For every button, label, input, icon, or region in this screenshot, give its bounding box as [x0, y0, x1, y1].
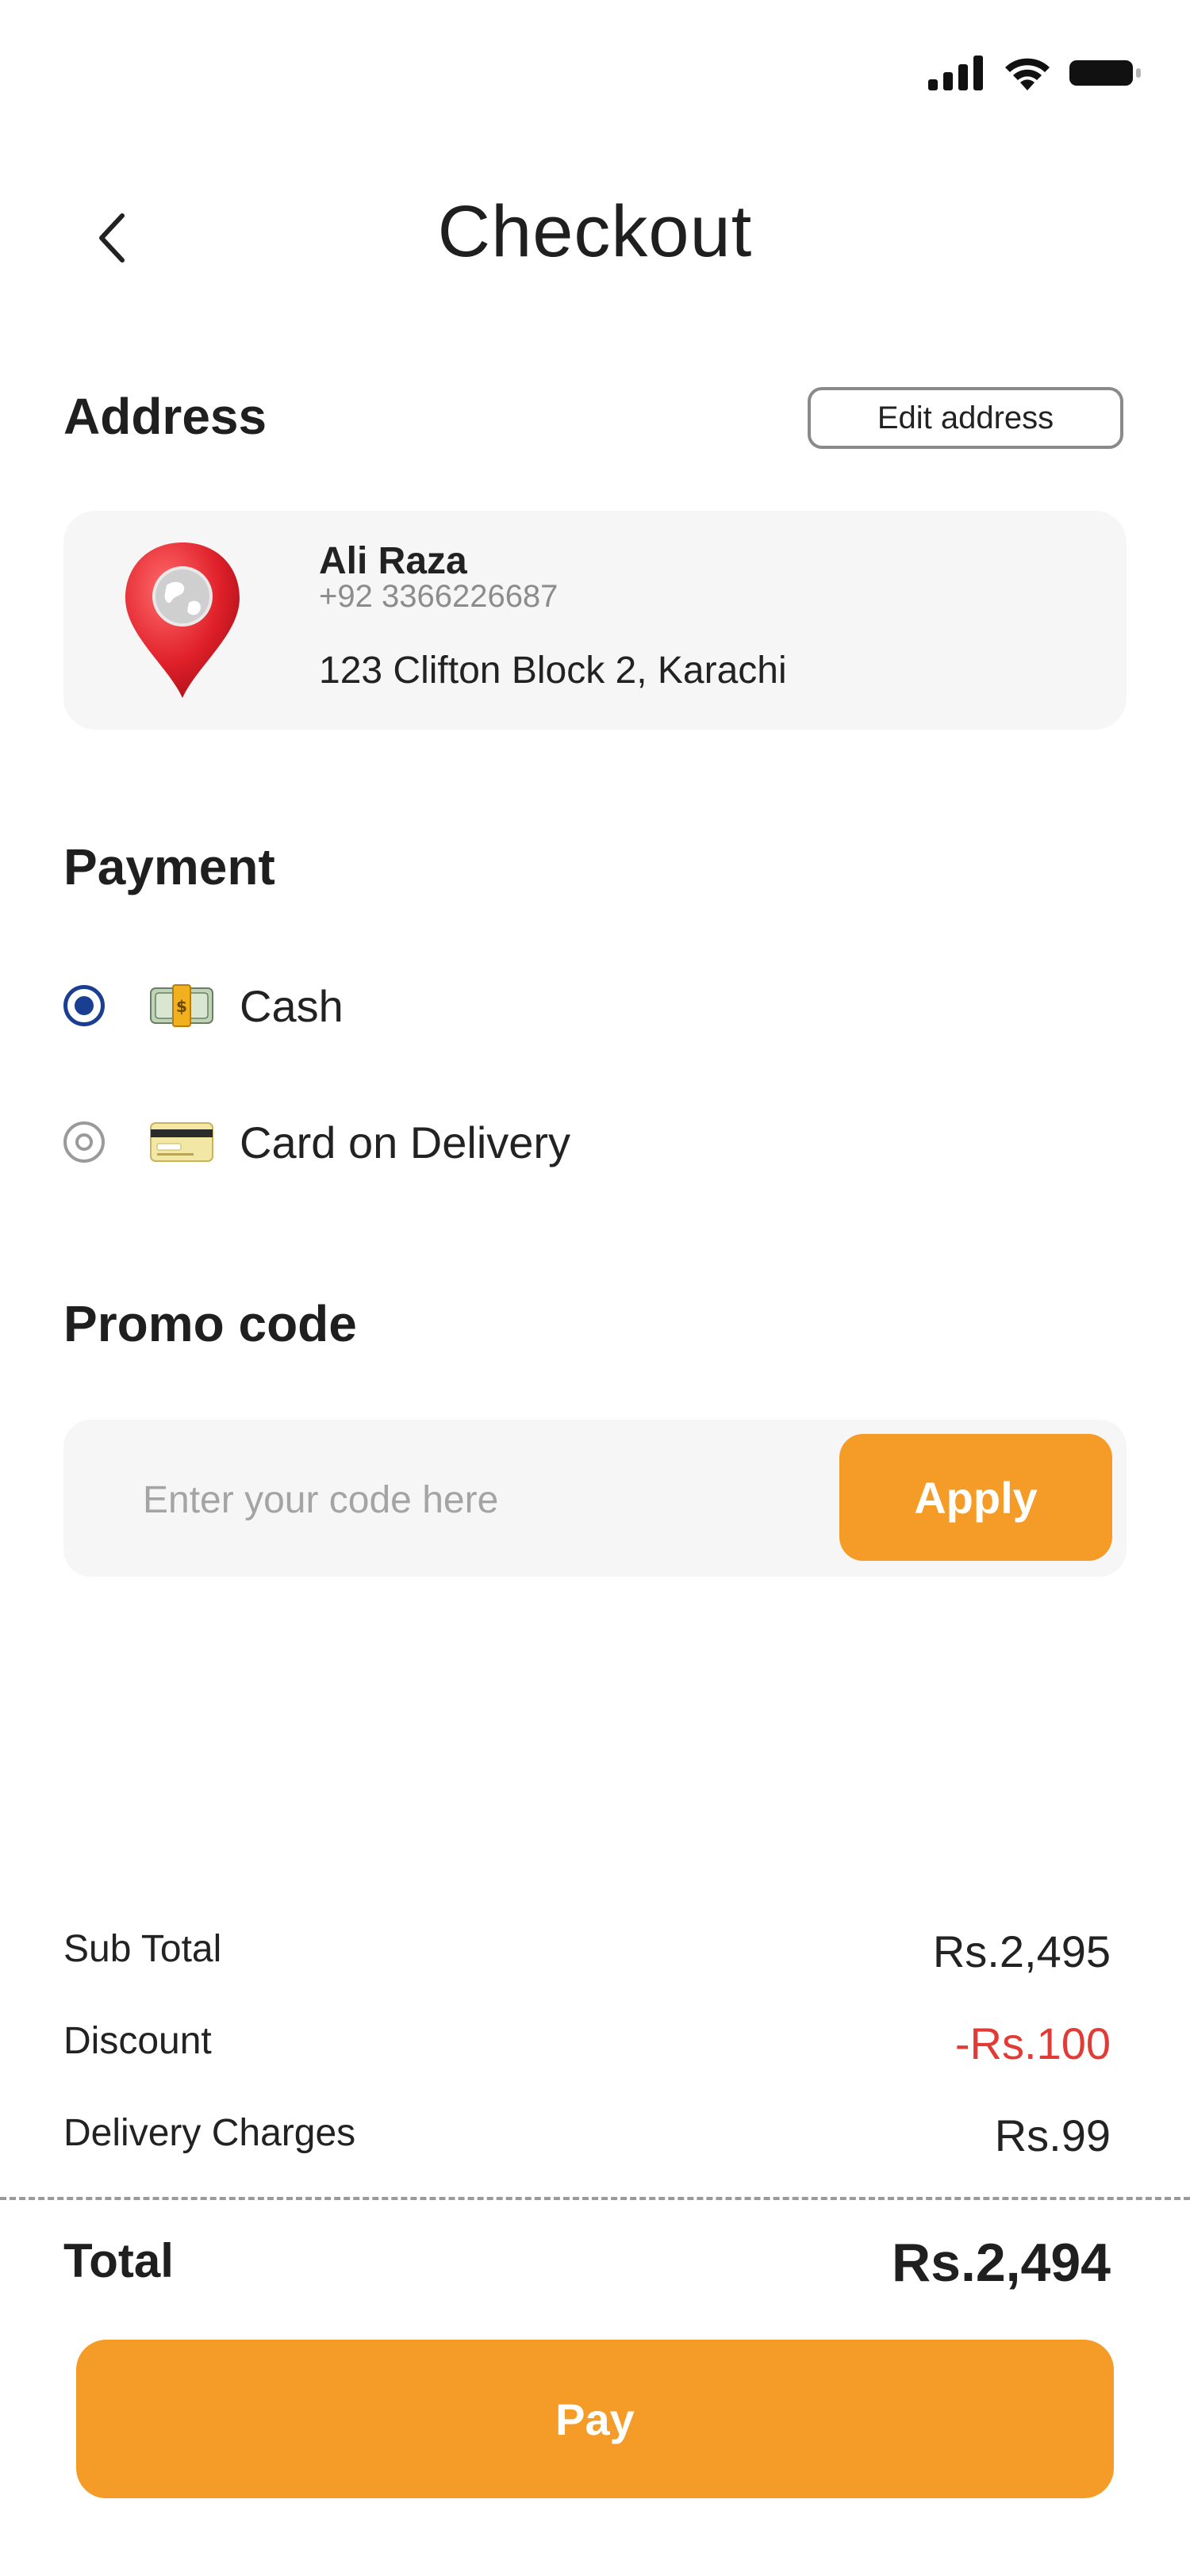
payment-option-label: Card on Delivery [240, 1117, 571, 1167]
page-title: Checkout [437, 191, 753, 272]
svg-text:$: $ [176, 997, 187, 1016]
battery-icon [1069, 60, 1141, 86]
address-line: 123 Clifton Block 2, Karachi [319, 650, 787, 692]
payment-heading: Payment [63, 838, 275, 895]
delivery-charges-value: Rs.99 [994, 2110, 1111, 2160]
promo-code-input[interactable] [141, 1463, 803, 1536]
status-bar [928, 54, 1142, 92]
discount-value: -Rs.100 [954, 2018, 1111, 2068]
signal-bars-icon [928, 56, 983, 90]
radio-unselected[interactable] [63, 1121, 105, 1163]
payment-option-card[interactable]: Card on Delivery [63, 1102, 777, 1182]
discount-label: Discount [63, 2020, 212, 2062]
promo-heading: Promo code [63, 1295, 357, 1352]
address-phone: +92 3366226687 [319, 579, 559, 614]
apply-button[interactable]: Apply [839, 1434, 1112, 1561]
map-pin-icon [125, 542, 240, 698]
summary-divider [0, 2197, 1190, 2200]
total-label: Total [63, 2234, 174, 2287]
total-value: Rs.2,494 [892, 2233, 1111, 2293]
sub-total-value: Rs.2,495 [932, 1926, 1111, 1976]
radio-selected[interactable] [63, 985, 105, 1026]
address-heading: Address [63, 388, 267, 445]
address-name: Ali Raza [319, 540, 467, 582]
payment-option-cash[interactable]: $ Cash [63, 966, 777, 1045]
cash-icon: $ [150, 984, 213, 1027]
payment-option-label: Cash [240, 980, 344, 1031]
credit-card-icon [150, 1122, 213, 1162]
wifi-icon [1005, 58, 1050, 90]
pay-button[interactable]: Pay [76, 2340, 1114, 2498]
delivery-charges-label: Delivery Charges [63, 2112, 356, 2154]
sub-total-label: Sub Total [63, 1928, 222, 1970]
edit-address-button[interactable]: Edit address [808, 387, 1123, 449]
